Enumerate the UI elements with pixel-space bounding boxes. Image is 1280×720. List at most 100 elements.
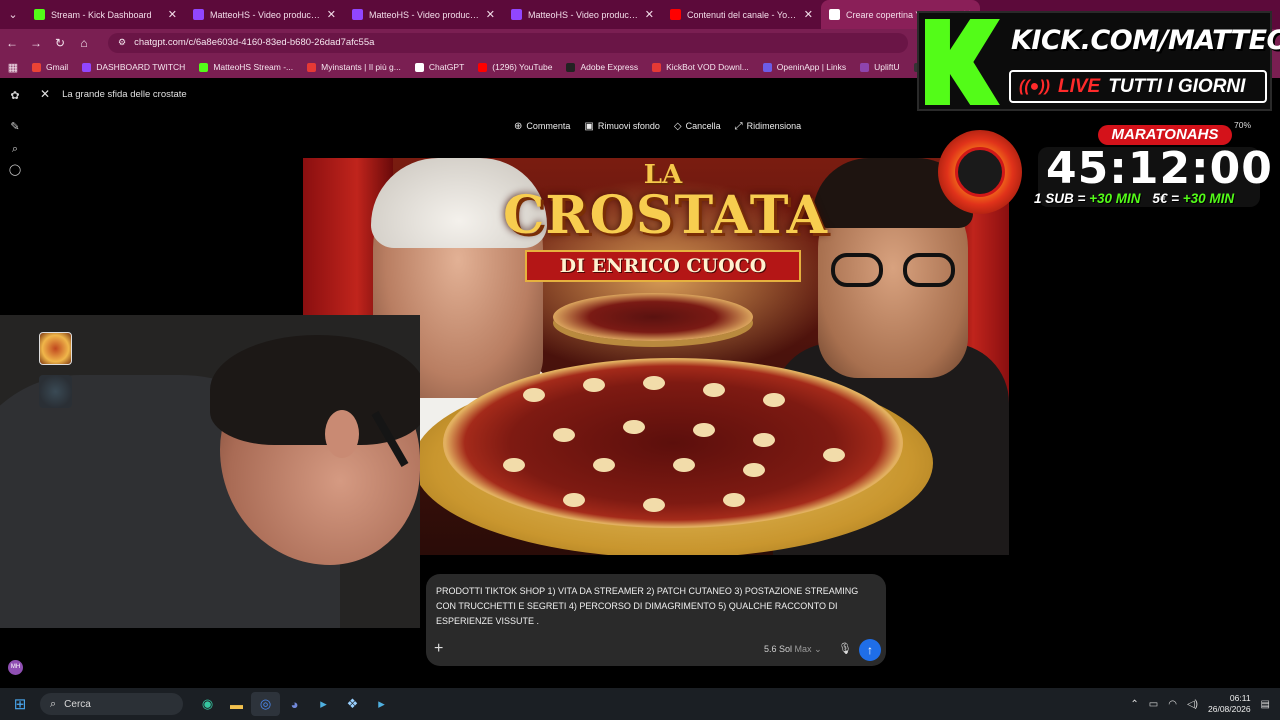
discord-icon[interactable]: ◕ bbox=[280, 692, 309, 716]
tart-crumb bbox=[723, 493, 745, 507]
app-icon-3[interactable]: ▸ bbox=[367, 692, 396, 716]
remove-background-button[interactable]: ▣ Rimuovi sfondo bbox=[584, 121, 659, 132]
file-explorer-icon[interactable]: ▬ bbox=[222, 692, 251, 716]
tab-favicon-icon bbox=[193, 9, 204, 20]
large-tart bbox=[443, 358, 903, 528]
close-tab-icon[interactable]: ✕ bbox=[804, 8, 813, 21]
marathon-timer-overlay: MARATONAHS 45:12:00 1 SUB = +30 MIN 5€ =… bbox=[938, 125, 1272, 215]
bookmark-favicon-icon bbox=[566, 62, 576, 72]
bookmark-favicon-icon bbox=[478, 62, 488, 72]
volume-icon[interactable]: ◁) bbox=[1187, 699, 1198, 710]
tart-crumb bbox=[523, 388, 545, 402]
bookmark-label: (1296) YouTube bbox=[492, 62, 553, 72]
bookmark-item[interactable]: KickBot VOD Downl... bbox=[652, 62, 749, 72]
bookmark-favicon-icon bbox=[82, 62, 92, 72]
bookmark-item[interactable]: MatteoHS Stream -... bbox=[199, 62, 293, 72]
tab-search-icon[interactable]: ⌄ bbox=[0, 8, 26, 21]
chrome-icon[interactable]: ◎ bbox=[251, 692, 280, 716]
tart-crumb bbox=[823, 448, 845, 462]
taskbar-search[interactable]: ⌕ Cerca bbox=[40, 693, 183, 715]
thumbnail-option-2[interactable] bbox=[39, 375, 72, 408]
openai-logo-icon[interactable]: ✿ bbox=[8, 89, 22, 103]
search-icon[interactable]: ⌕ bbox=[8, 142, 22, 156]
bookmark-favicon-icon bbox=[860, 62, 870, 72]
system-clock[interactable]: 06:11 26/08/2026 bbox=[1208, 693, 1251, 715]
timer-rules: 1 SUB = +30 MIN 5€ = +30 MIN bbox=[1034, 191, 1234, 206]
bookmark-item[interactable]: DASHBOARD TWITCH bbox=[82, 62, 185, 72]
notifications-icon[interactable]: ▤ bbox=[1261, 699, 1270, 710]
bookmark-label: Gmail bbox=[46, 62, 69, 72]
apps-grid-icon[interactable]: ▦ bbox=[0, 61, 26, 74]
close-tab-icon[interactable]: ✕ bbox=[486, 8, 495, 21]
tab-favicon-icon bbox=[34, 9, 45, 20]
resize-icon: ⤢ bbox=[734, 120, 743, 132]
reload-icon[interactable]: ↻ bbox=[48, 36, 72, 50]
bookmark-item[interactable]: UpliftU bbox=[860, 62, 900, 72]
bookmark-item[interactable]: ChatGPT bbox=[414, 62, 465, 72]
system-tray: ⌃ ▭ ◠ ◁) 06:11 26/08/2026 ▤ bbox=[1130, 688, 1280, 720]
bookmark-label: Myinstants | Il più g... bbox=[321, 62, 401, 72]
chevron-down-icon: ⌄ bbox=[814, 644, 822, 654]
windows-start-icon[interactable]: ⊞ bbox=[0, 695, 40, 713]
close-tab-icon[interactable]: ✕ bbox=[645, 8, 654, 21]
bookmark-label: KickBot VOD Downl... bbox=[666, 62, 749, 72]
tart-crumb bbox=[583, 378, 605, 392]
address-bar[interactable]: ⚙ chatgpt.com/c/6a8e603d-4160-83ed-b680-… bbox=[108, 32, 908, 53]
tab-favicon-icon bbox=[670, 9, 681, 20]
home-icon[interactable]: ⌂ bbox=[72, 36, 96, 50]
resize-button[interactable]: ⤢ Ridimensiona bbox=[735, 121, 802, 132]
bookmark-item[interactable]: Adobe Express bbox=[566, 62, 638, 72]
screen: ⌄ Stream - Kick Dashboard ✕ MatteoHS - Vid… bbox=[0, 0, 1280, 720]
close-icon[interactable]: ✕ bbox=[40, 87, 50, 101]
close-tab-icon[interactable]: ✕ bbox=[168, 8, 177, 21]
bookmark-item[interactable]: OpeninApp | Links bbox=[762, 62, 847, 72]
timer-value: 45:12:00 bbox=[1046, 143, 1273, 194]
tart-crumb bbox=[623, 420, 645, 434]
avatar[interactable]: MH bbox=[8, 660, 23, 675]
bookmark-item[interactable]: Gmail bbox=[32, 62, 68, 72]
tart-crumb bbox=[593, 458, 615, 472]
comment-label: Commenta bbox=[526, 121, 571, 131]
globe-app-icon[interactable]: ◉ bbox=[193, 692, 222, 716]
microphone-icon[interactable]: 🎙 bbox=[838, 642, 852, 655]
browser-tab[interactable]: MatteoHS - Video producer - T ✕ bbox=[503, 0, 662, 29]
send-button[interactable]: ↑ bbox=[859, 639, 881, 661]
app-icon-2[interactable]: ❖ bbox=[338, 692, 367, 716]
image-thumbnails bbox=[39, 332, 72, 418]
rule-sub-label: 1 SUB = bbox=[1034, 191, 1090, 206]
new-chat-icon[interactable]: ✎ bbox=[8, 120, 22, 134]
thumbnail-option-1[interactable] bbox=[39, 332, 72, 365]
site-info-icon[interactable]: ⚙ bbox=[118, 37, 126, 48]
bookmark-label: OpeninApp | Links bbox=[776, 62, 847, 72]
bookmark-item[interactable]: (1296) YouTube bbox=[478, 62, 552, 72]
windows-taskbar: ⊞ ⌕ Cerca ◉ ▬ ◎ ◕ ▸ ❖ ▸ ⌃ ▭ ◠ ◁) 06:11 26… bbox=[0, 688, 1280, 720]
host-glasses bbox=[831, 253, 955, 287]
live-broadcast-icon: ((●)) bbox=[1019, 77, 1050, 95]
network-icon[interactable]: ▭ bbox=[1149, 699, 1158, 710]
resize-label: Ridimensiona bbox=[746, 121, 802, 131]
browser-tab[interactable]: Stream - Kick Dashboard ✕ bbox=[26, 0, 185, 29]
clock-date: 26/08/2026 bbox=[1208, 704, 1251, 714]
forward-icon[interactable]: → bbox=[24, 36, 48, 50]
bookmark-label: ChatGPT bbox=[428, 62, 465, 72]
url-text: chatgpt.com/c/6a8e603d-4160-83ed-b680-26… bbox=[134, 37, 375, 48]
wifi-icon[interactable]: ◠ bbox=[1168, 699, 1177, 710]
chat-bubble-icon[interactable]: ◯ bbox=[8, 163, 22, 177]
browser-tab[interactable]: MatteoHS - Video producer - T ✕ bbox=[344, 0, 503, 29]
model-selector[interactable]: 5.6 Sol Max ⌄ bbox=[764, 644, 822, 655]
close-tab-icon[interactable]: ✕ bbox=[327, 8, 336, 21]
add-attachment-icon[interactable]: + bbox=[434, 640, 443, 658]
tart-crumb bbox=[503, 458, 525, 472]
bookmark-label: DASHBOARD TWITCH bbox=[96, 62, 186, 72]
tart-crumb bbox=[563, 493, 585, 507]
browser-tab[interactable]: MatteoHS - Video producer - T ✕ bbox=[185, 0, 344, 29]
erase-button[interactable]: ◇ Cancella bbox=[674, 121, 721, 132]
comment-button[interactable]: ⊕ Commenta bbox=[514, 121, 570, 132]
tart-crumb bbox=[763, 393, 785, 407]
prompt-textarea[interactable]: PRODOTTI TIKTOK SHOP 1) VITA DA STREAMER… bbox=[436, 584, 876, 629]
browser-tab[interactable]: Contenuti del canale - YouTube ✕ bbox=[662, 0, 821, 29]
app-icon-1[interactable]: ▸ bbox=[309, 692, 338, 716]
chevron-up-icon[interactable]: ⌃ bbox=[1130, 699, 1138, 710]
back-icon[interactable]: ← bbox=[0, 36, 24, 50]
bookmark-item[interactable]: Myinstants | Il più g... bbox=[307, 62, 401, 72]
